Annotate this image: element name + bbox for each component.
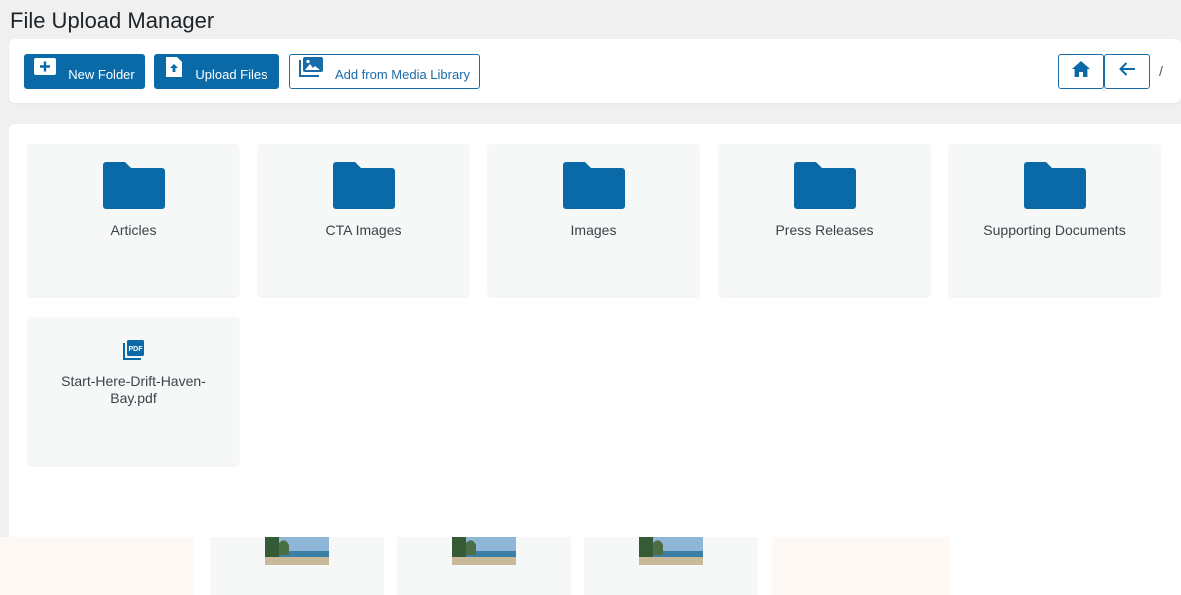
folder-card-articles[interactable]: Articles	[28, 144, 239, 296]
file-upload-icon	[165, 56, 183, 78]
folder-name: CTA Images	[325, 222, 402, 238]
folder-name: Press Releases	[775, 222, 874, 238]
thumbnail-card[interactable]	[210, 537, 384, 595]
folder-icon	[563, 160, 625, 215]
media-library-label: Add from Media Library	[334, 67, 471, 82]
add-from-media-library-button[interactable]: Add from Media Library	[289, 54, 480, 89]
arrow-left-icon	[1118, 61, 1136, 82]
back-button[interactable]	[1104, 54, 1150, 89]
thumbnail-card[interactable]	[0, 537, 194, 595]
folder-card-cta-images[interactable]: CTA Images	[258, 144, 469, 296]
new-folder-label: New Folder	[68, 67, 135, 82]
upload-files-button[interactable]: Upload Files	[154, 54, 279, 89]
pdf-icon: PDF	[123, 340, 144, 365]
toolbar: New Folder Upload Files Add from Media L…	[9, 39, 1181, 103]
new-folder-button[interactable]: New Folder	[24, 54, 145, 89]
folder-name: Supporting Documents	[983, 222, 1126, 238]
folder-card-images[interactable]: Images	[488, 144, 699, 296]
folder-name: Images	[570, 222, 617, 238]
page-title: File Upload Manager	[10, 8, 215, 33]
media-library-icon	[298, 56, 323, 77]
thumbnail-card[interactable]	[397, 537, 571, 595]
home-icon	[1072, 61, 1090, 82]
svg-text:PDF: PDF	[129, 346, 144, 353]
folder-card-supporting-documents[interactable]: Supporting Documents	[949, 144, 1160, 296]
upload-files-label: Upload Files	[195, 67, 268, 82]
folder-card-press-releases[interactable]: Press Releases	[719, 144, 930, 296]
thumbnail-card[interactable]	[772, 537, 950, 595]
folder-name: Articles	[110, 222, 157, 238]
file-grid: Articles CTA Images Images Press Release…	[9, 124, 1181, 544]
folder-icon	[1024, 160, 1086, 215]
file-name: Start-Here-Drift-Haven-Bay.pdf	[61, 373, 206, 406]
folder-plus-icon	[34, 58, 57, 75]
folder-icon	[333, 160, 395, 215]
file-card-pdf[interactable]: PDF Start-Here-Drift-Haven-Bay.pdf	[28, 317, 239, 465]
folder-icon	[103, 160, 165, 215]
home-button[interactable]	[1058, 54, 1104, 89]
folder-icon	[794, 160, 856, 215]
thumbnail-card[interactable]	[584, 537, 758, 595]
breadcrumb: /	[1159, 63, 1163, 79]
